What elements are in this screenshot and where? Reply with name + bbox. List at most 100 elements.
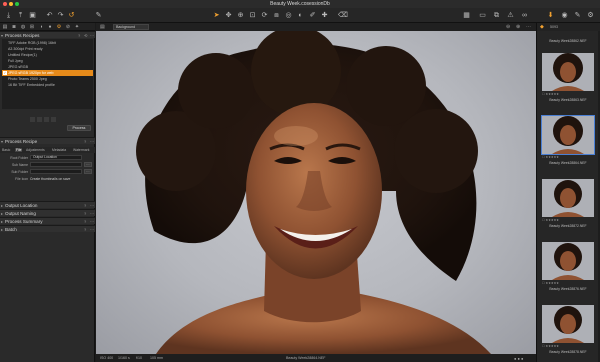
brush-icon[interactable]: ✎ — [573, 11, 582, 20]
help-icon[interactable]: ? — [84, 210, 86, 217]
undo-icon[interactable]: ↶ — [45, 11, 54, 20]
filmstrip-thumbnail[interactable]: ☐ ★★★★★ Beauty Week28872.NEF — [539, 179, 597, 237]
rotate-icon[interactable]: ⟳ — [260, 11, 269, 20]
reset-icon[interactable]: ↺ — [67, 11, 76, 20]
filmstrip-thumbnail-selected[interactable]: ☐ ★★★★★ Beauty Week28864.NEF — [539, 115, 597, 174]
background-layer-select[interactable]: Background — [113, 24, 149, 30]
process-summary-header[interactable]: ▸ Process Summary ? ⋯ — [0, 217, 95, 224]
camera-body-icon[interactable]: ◉ — [560, 11, 569, 20]
adjustments-tab-icon[interactable]: ⊘ — [65, 24, 71, 30]
help-icon[interactable]: ? — [84, 138, 86, 145]
recipe-item-label: JPEG sRGB 1920px for web — [8, 71, 54, 75]
sub-folder-options-button[interactable]: … — [84, 169, 92, 174]
thumbnail-image — [542, 53, 594, 91]
more-options-icon[interactable]: ⋯ — [90, 210, 94, 217]
process-button[interactable]: Process — [67, 125, 91, 131]
sub-folder-field[interactable] — [30, 169, 82, 174]
orange-process-icon[interactable]: ⬇ — [546, 11, 555, 20]
lens-tab-icon[interactable]: ◍ — [20, 24, 26, 30]
mask-icon[interactable]: ◐ — [296, 11, 305, 20]
color-tab-icon[interactable]: ● — [47, 24, 53, 30]
capture-tab-icon[interactable]: ◙ — [11, 24, 17, 30]
more-options-icon[interactable]: ⋯ — [90, 32, 94, 39]
keystone-icon[interactable]: ⧈ — [272, 11, 281, 20]
more-options-icon[interactable]: ⋯ — [90, 202, 94, 209]
thumbnail-rating-row[interactable]: ☐ ★★★★★ — [542, 344, 594, 349]
export-icon[interactable]: ⤒ — [16, 11, 25, 20]
thumbnail-rating-row[interactable]: ☐ ★★★★★ — [542, 218, 594, 223]
spot-icon[interactable]: ◎ — [284, 11, 293, 20]
batch-header[interactable]: ▸ Batch ? ⋯ — [0, 225, 95, 232]
recipe-options-button[interactable] — [51, 117, 56, 122]
sub-name-field[interactable] — [30, 162, 82, 167]
redo-icon[interactable]: ↷ — [56, 11, 65, 20]
import-icon[interactable]: ⤓ — [4, 11, 13, 20]
filmstrip-thumbnail[interactable]: ☐ ★★★★★ Beauty Week28863.NEF — [539, 53, 597, 111]
process-recipe-header[interactable]: ▾ Process Recipe ? ⋯ — [0, 137, 95, 144]
grid-icon[interactable]: ▦ — [462, 11, 471, 20]
library-tab-icon[interactable]: ▤ — [2, 24, 8, 30]
pan-icon[interactable]: ✥ — [224, 11, 233, 20]
add-recipe-button[interactable] — [30, 117, 35, 122]
help-icon[interactable]: ? — [84, 202, 86, 209]
main-toolbar: ⤓ ⤒ ▣ ↶ ↷ ↺ ✎ ➤ ✥ ⊕ ⊡ ⟳ ⧈ ◎ ◐ ✐ ✚ ⌫ ▦ ▭ … — [0, 8, 600, 23]
composition-tab-icon[interactable]: ⊞ — [29, 24, 35, 30]
viewer-status-bar: ISO 400 1/160 s f/10 105 mm Beauty Week2… — [96, 354, 536, 362]
picker-icon[interactable]: ✚ — [320, 11, 329, 20]
tab-watermark[interactable]: Watermark — [73, 148, 89, 152]
exposure-tab-icon[interactable]: ◑ — [38, 24, 44, 30]
eraser-icon[interactable]: ⌫ — [338, 11, 348, 20]
tab-basic[interactable]: Basic — [2, 148, 10, 152]
compare-icon[interactable]: ⧉ — [492, 11, 501, 20]
document-title: Beauty Week.cosessionDb — [270, 1, 330, 7]
current-filename: Beauty Week28864.NEF — [286, 356, 326, 360]
output-tab-icon[interactable]: ⚙ — [56, 24, 62, 30]
reset-section-icon[interactable]: ⟲ — [84, 32, 87, 39]
glasses-icon[interactable]: ∞ — [520, 11, 529, 20]
camera-icon[interactable]: ▣ — [28, 11, 37, 20]
create-thumbnails-option[interactable]: Create thumbnails on save — [30, 177, 70, 181]
brush-tool-icon[interactable]: ✐ — [308, 11, 317, 20]
process-recipes-header[interactable]: ▾ Process Recipes ? ⟲ ⋯ — [0, 31, 95, 38]
remove-recipe-button[interactable] — [37, 117, 42, 122]
metadata-tab-icon[interactable]: ✦ — [74, 24, 80, 30]
root-folder-select[interactable]: Output Location — [30, 155, 82, 160]
left-tool-panel: ▤ ◙ ◍ ⊞ ◑ ● ⚙ ⊘ ✦ ▾ Process Recipes ? ⟲ … — [0, 23, 95, 362]
thumbnail-rating-row[interactable]: ☐ ★★★★★ — [542, 281, 594, 286]
help-icon[interactable]: ? — [78, 32, 80, 39]
thumbnail-rating-row[interactable]: ☐ ★★★★★ — [542, 92, 594, 97]
cursor-icon[interactable]: ➤ — [212, 11, 221, 20]
zoom-out-icon[interactable]: ⊖ — [506, 24, 510, 30]
recipe-item[interactable]: 16 Bit TIFF Embedded profile — [2, 82, 93, 88]
settings-icon[interactable]: ⚙ — [586, 11, 595, 20]
tab-adjustments[interactable]: Adjustments — [26, 148, 45, 152]
expand-caret-icon: ▸ — [1, 211, 4, 216]
tab-file[interactable]: File — [15, 148, 23, 152]
more-options-icon[interactable]: ⋯ — [90, 218, 94, 225]
exposure-warning-icon[interactable]: ⚠ — [506, 11, 515, 20]
filmstrip-thumbnail[interactable]: ☐ ★★★★★ Beauty Week28876.NEF — [539, 242, 597, 300]
more-options-icon[interactable]: ⋯ — [90, 138, 94, 145]
output-naming-header[interactable]: ▸ Output Naming ? ⋯ — [0, 209, 95, 216]
tab-metadata[interactable]: Metadata — [52, 148, 66, 152]
duplicate-recipe-button[interactable] — [44, 117, 49, 122]
help-icon[interactable]: ? — [84, 226, 86, 233]
portrait-photo[interactable] — [96, 31, 536, 354]
thumbnail-rating-row[interactable]: ☐ ★★★★★ — [542, 155, 594, 160]
checkbox-checked-icon[interactable]: ✓ — [3, 71, 7, 75]
filmstrip-thumbnail[interactable]: ☐ ★★★★★ Beauty Week28878.NEF — [539, 305, 597, 362]
viewer-icon[interactable]: ▭ — [478, 11, 487, 20]
help-icon[interactable]: ? — [84, 218, 86, 225]
more-options-icon[interactable]: ⋯ — [90, 226, 94, 233]
zoom-in-icon[interactable]: ⊕ — [516, 24, 520, 30]
output-location-header[interactable]: ▸ Output Location ? ⋯ — [0, 201, 95, 208]
viewer-layout-icon[interactable]: ▤ — [100, 24, 105, 30]
shutter-value: 1/160 s — [118, 356, 130, 360]
draw-icon[interactable]: ✎ — [94, 11, 103, 20]
zoom-icon[interactable]: ⊕ — [236, 11, 245, 20]
viewer-nav-dots-icon[interactable]: ● ● ● — [514, 356, 523, 361]
crop-icon[interactable]: ⊡ — [248, 11, 257, 20]
thumbnail-image — [542, 305, 594, 343]
sub-name-options-button[interactable]: … — [84, 162, 92, 167]
viewer-options-icon[interactable]: ⋯ — [526, 24, 531, 30]
